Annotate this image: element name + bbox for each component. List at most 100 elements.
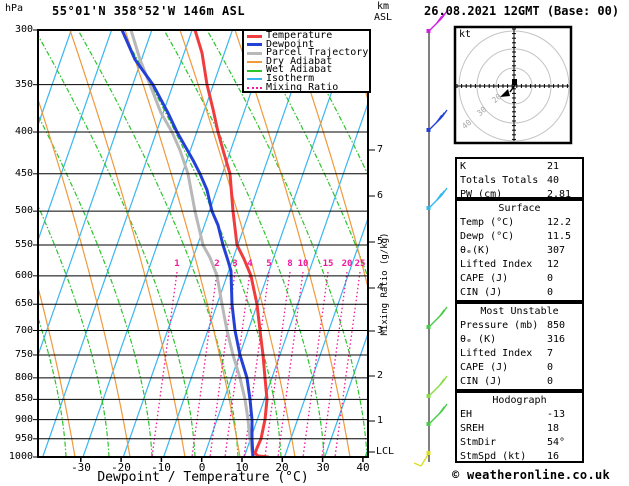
pressure-tick-label: 1000: [8, 451, 33, 462]
stats-row-value: 18: [547, 423, 560, 434]
pressure-axis-unit: hPa: [5, 3, 24, 14]
stats-row-label: θₑ (K): [460, 334, 497, 345]
km-tick-label: 2: [377, 370, 384, 381]
stats-row-value: 307: [547, 245, 566, 256]
mixing-ratio-value-label: 15: [322, 259, 334, 269]
pressure-tick-label: 850: [14, 393, 33, 404]
stats-row-value: 12: [547, 259, 560, 270]
stats-row-value: 0: [547, 376, 554, 387]
hodograph-unit-label: kt: [459, 29, 472, 40]
pressure-tick-label: 300: [14, 24, 33, 35]
km-tick-label: 3: [377, 325, 384, 336]
stats-row-label: SREH: [460, 423, 485, 434]
stats-row-value: 7: [547, 348, 554, 359]
pressure-tick-label: 900: [14, 414, 33, 425]
temp-tick-label: 30: [316, 461, 330, 474]
credit-line: © weatheronline.co.uk: [452, 468, 611, 482]
km-tick-label: 6: [377, 190, 384, 201]
pressure-tick-label: 500: [14, 205, 33, 216]
mixing-ratio-value-label: 10: [297, 259, 309, 269]
stats-row-label: CIN (J): [460, 287, 503, 298]
legend-line-sample: [247, 34, 262, 38]
pressure-tick-label: 800: [14, 372, 33, 383]
pressure-tick-label: 350: [14, 79, 33, 90]
wind-barb-column: [413, 10, 448, 467]
altitude-axis-unit-km: km: [377, 1, 390, 12]
temperature-curve: [193, 30, 270, 457]
temp-tick-label: 0: [198, 461, 206, 474]
mixing-ratio-value-label: 25: [354, 259, 366, 269]
legend-box: Temperature Dewpoint Parcel Trajectory D…: [242, 29, 371, 93]
pressure-tick-label: 400: [14, 126, 33, 137]
stats-row-label: EH: [460, 409, 473, 420]
pressure-tick-label: 550: [14, 239, 33, 250]
temp-tick-label: -10: [151, 461, 171, 474]
stats-row-label: StmSpd (kt): [460, 451, 527, 462]
stats-row-value: 0: [547, 287, 554, 298]
dewpoint-curve: [120, 30, 255, 457]
stats-row-label: θₑ(K): [460, 245, 491, 256]
pressure-tick-label: 450: [14, 168, 33, 179]
pressure-tick-label: 600: [14, 270, 33, 281]
legend-line-sample: [247, 43, 262, 47]
altitude-axis-unit-asl: ASL: [374, 12, 393, 23]
stats-row-label: CAPE (J): [460, 362, 509, 373]
legend-row-mixing-ratio: Mixing Ratio: [247, 81, 369, 93]
stats-section-header: Hodograph: [492, 395, 547, 406]
pressure-gridlines: [33, 29, 368, 458]
stats-row-value: 316: [547, 334, 566, 345]
temp-tick-label: 40: [356, 461, 370, 474]
temp-tick-label: 20: [275, 461, 289, 474]
temp-tick-label: -20: [111, 461, 131, 474]
stats-row-value: 16: [547, 451, 560, 462]
legend-line-sample: [247, 86, 262, 89]
stats-row-value: -13: [547, 409, 566, 420]
temp-tick-label: 10: [235, 461, 249, 474]
legend-line-sample: [247, 51, 262, 55]
stats-row-value: 54°: [547, 437, 566, 448]
lcl-label: LCL: [376, 446, 395, 457]
temp-tick-label: -30: [71, 461, 91, 474]
pressure-tick-label: 950: [14, 433, 33, 444]
mixing-ratio-value-label: 2: [214, 259, 220, 269]
skewt-sounding-page: hPa 55°01'N 358°52'W 146m ASL km ASL 26.…: [0, 0, 629, 486]
pressure-tick-label: 700: [14, 325, 33, 336]
stats-row-label: K: [460, 161, 467, 172]
station-title: 55°01'N 358°52'W 146m ASL: [52, 4, 246, 18]
stats-row-value: 21: [547, 161, 560, 172]
stats-row-label: Lifted Index: [460, 259, 533, 270]
stats-row-label: Pressure (mb): [460, 320, 539, 331]
legend-line-sample: [247, 69, 262, 72]
stats-row-label: Temp (°C): [460, 217, 515, 228]
legend-label: Mixing Ratio: [266, 81, 339, 93]
km-tick-label: 5: [377, 236, 384, 247]
mixing-ratio-value-label: 5: [266, 259, 272, 269]
stats-row-label: StmDir: [460, 437, 497, 448]
km-tick-label: 1: [377, 415, 384, 426]
stats-row-value: 850: [547, 320, 566, 331]
stats-row-value: 40: [547, 175, 560, 186]
stats-row-label: Totals Totals: [460, 175, 539, 186]
stats-row-value: 0: [547, 273, 554, 284]
legend-line-sample: [247, 78, 262, 81]
stats-row-label: CAPE (J): [460, 273, 509, 284]
stats-section-header: Most Unstable: [480, 306, 559, 317]
stats-section-header: Surface: [498, 203, 541, 214]
stats-row-label: Dewp (°C): [460, 231, 515, 242]
mixing-ratio-value-label: 3: [232, 259, 238, 269]
km-tick-label: 7: [377, 144, 384, 155]
km-tick-label: 4: [377, 282, 384, 293]
stats-row-value: 0: [547, 362, 554, 373]
parcel-trajectory-curve: [129, 30, 255, 457]
mixing-ratio-value-label: 4: [247, 259, 253, 269]
legend-line-sample: [247, 61, 262, 64]
mixing-ratio-value-label: 1: [174, 259, 180, 269]
stats-row-value: 12.2: [547, 217, 572, 228]
km-axis-ticks: [369, 149, 375, 453]
pressure-tick-label: 750: [14, 349, 33, 360]
valid-datetime: 26.08.2021 12GMT (Base: 00): [424, 4, 620, 18]
pressure-tick-label: 650: [14, 298, 33, 309]
stats-row-label: CIN (J): [460, 376, 503, 387]
hodograph-origin-marker: [512, 79, 517, 85]
stats-row-value: 11.5: [547, 231, 572, 242]
